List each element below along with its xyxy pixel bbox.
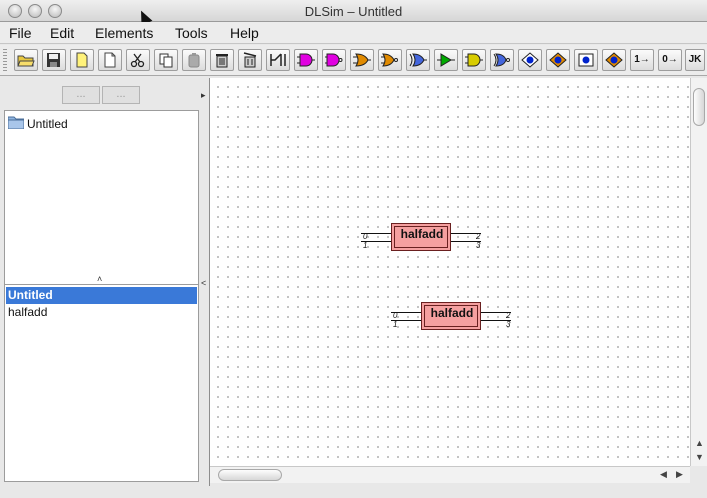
pane-collapse-icon[interactable]: ▸ <box>201 90 206 101</box>
wire-tool-button[interactable] <box>266 49 290 71</box>
open-folder-icon <box>17 55 35 67</box>
copy-icon <box>159 53 173 68</box>
save-button[interactable] <box>42 49 66 71</box>
jk-flipflop-label: JK <box>688 54 702 65</box>
new-button[interactable] <box>98 49 122 71</box>
input-pin-label: 0 <box>363 232 368 241</box>
menu-bar: File Edit Elements Tools Help <box>0 22 707 44</box>
buffer-green-icon <box>437 53 455 67</box>
scissors-icon <box>130 53 145 68</box>
delete-button[interactable] <box>210 49 234 71</box>
xnor-gate-icon <box>493 53 510 67</box>
xor-gate-button[interactable] <box>406 49 430 71</box>
and-gate-button[interactable] <box>294 49 318 71</box>
menu-file[interactable]: File <box>9 25 32 41</box>
menu-tools[interactable]: Tools <box>175 25 208 41</box>
input-pin-label: 0 <box>393 311 398 320</box>
list-item-untitled[interactable]: Untitled <box>6 287 197 304</box>
buffer-yellow-button[interactable] <box>462 49 486 71</box>
input-led-icon <box>521 52 539 68</box>
title-bar: DLSim – Untitled <box>0 0 707 22</box>
input-blue-button[interactable] <box>518 49 542 71</box>
input-orange-led-icon <box>549 52 567 68</box>
component-name: halfadd <box>400 227 444 241</box>
split-handle-icon[interactable]: ˂ <box>201 278 206 288</box>
and-gate-icon <box>297 53 315 67</box>
horizontal-scrollbar[interactable]: ◀ ▶ <box>210 466 690 483</box>
output-pin-label: 2 <box>506 311 511 320</box>
menu-edit[interactable]: Edit <box>50 25 74 41</box>
vertical-scrollbar[interactable]: ▲ ▼ <box>690 78 707 466</box>
nor-gate-icon <box>381 53 398 67</box>
wire-icon <box>270 53 286 66</box>
circuit-canvas[interactable]: 0 1 2 3 halfadd 0 1 2 3 halfadd <box>210 78 690 466</box>
or-gate-icon <box>353 53 371 67</box>
buffer-yellow-icon <box>465 53 483 67</box>
output-orange-button[interactable] <box>602 49 626 71</box>
delete-wires-button[interactable] <box>238 49 262 71</box>
output-orange-led-icon <box>605 52 623 68</box>
scroll-down-arrow-icon[interactable]: ▼ <box>695 452 704 462</box>
input-pin-label: 1 <box>363 241 368 250</box>
component-inner: halfadd <box>424 305 478 327</box>
status-bar <box>0 486 707 498</box>
cut-button[interactable] <box>126 49 150 71</box>
menu-help[interactable]: Help <box>230 25 259 41</box>
save-disk-icon <box>47 53 60 67</box>
output-pin-label: 3 <box>506 320 511 329</box>
output-pin-label: 2 <box>476 232 481 241</box>
nand-gate-button[interactable] <box>322 49 346 71</box>
input-pin-label: 1 <box>393 320 398 329</box>
nav-back-button[interactable]: ... <box>62 86 100 104</box>
menu-elements[interactable]: Elements <box>95 25 153 41</box>
nor-gate-button[interactable] <box>378 49 402 71</box>
nav-forward-button[interactable]: ... <box>102 86 140 104</box>
input-orange-button[interactable] <box>546 49 570 71</box>
new-page-icon <box>104 52 116 68</box>
output-pin-label: 3 <box>476 241 481 250</box>
scroll-left-arrow-icon[interactable]: ◀ <box>660 469 667 480</box>
split-divider-handle[interactable]: ˄ <box>97 274 102 284</box>
paste-icon <box>188 53 200 68</box>
trash-wire-icon <box>243 52 257 68</box>
toolbar-grip[interactable] <box>3 49 7 71</box>
open-button[interactable] <box>14 49 38 71</box>
canvas-area: 0 1 2 3 halfadd 0 1 2 3 halfadd ▲ ▼ ◀ ▶ <box>209 78 707 486</box>
scroll-right-arrow-icon[interactable]: ▶ <box>676 469 683 480</box>
toolbar: 1→ 0→ JK <box>0 45 707 76</box>
vertical-scroll-thumb[interactable] <box>693 88 705 126</box>
window-title: DLSim – Untitled <box>304 4 403 19</box>
xnor-gate-button[interactable] <box>490 49 514 71</box>
component-inner: halfadd <box>394 226 448 248</box>
component-body[interactable]: halfadd <box>391 223 451 251</box>
tree-root-untitled[interactable]: Untitled <box>27 117 68 131</box>
or-gate-button[interactable] <box>350 49 374 71</box>
component-body[interactable]: halfadd <box>421 302 481 330</box>
constant-one-label: 1→ <box>634 54 650 65</box>
constant-zero-button[interactable]: 0→ <box>658 49 682 71</box>
jk-flipflop-button[interactable]: JK <box>685 49 705 71</box>
constant-zero-label: 0→ <box>662 54 678 65</box>
halfadd-component-1[interactable]: 0 1 2 3 halfadd <box>361 223 481 257</box>
output-led-icon <box>578 53 594 67</box>
new-page-yellow-icon <box>76 52 88 68</box>
halfadd-component-2[interactable]: 0 1 2 3 halfadd <box>391 302 511 336</box>
component-name: halfadd <box>430 306 474 320</box>
new-yellow-button[interactable] <box>70 49 94 71</box>
horizontal-scroll-thumb[interactable] <box>218 469 282 481</box>
buffer-green-button[interactable] <box>434 49 458 71</box>
list-item-halfadd[interactable]: halfadd <box>6 304 197 321</box>
output-blue-button[interactable] <box>574 49 598 71</box>
circuit-list: Untitled halfadd <box>4 284 199 482</box>
left-pane: ... ... ▸ Untitled ˄ ˂ Untitled halfadd <box>0 78 206 486</box>
xor-gate-icon <box>409 53 427 67</box>
trash-icon <box>216 54 228 68</box>
copy-button[interactable] <box>154 49 178 71</box>
scroll-up-arrow-icon[interactable]: ▲ <box>695 438 704 448</box>
paste-button[interactable] <box>182 49 206 71</box>
folder-icon <box>8 116 24 129</box>
constant-one-button[interactable]: 1→ <box>630 49 654 71</box>
nand-gate-icon <box>325 53 343 67</box>
